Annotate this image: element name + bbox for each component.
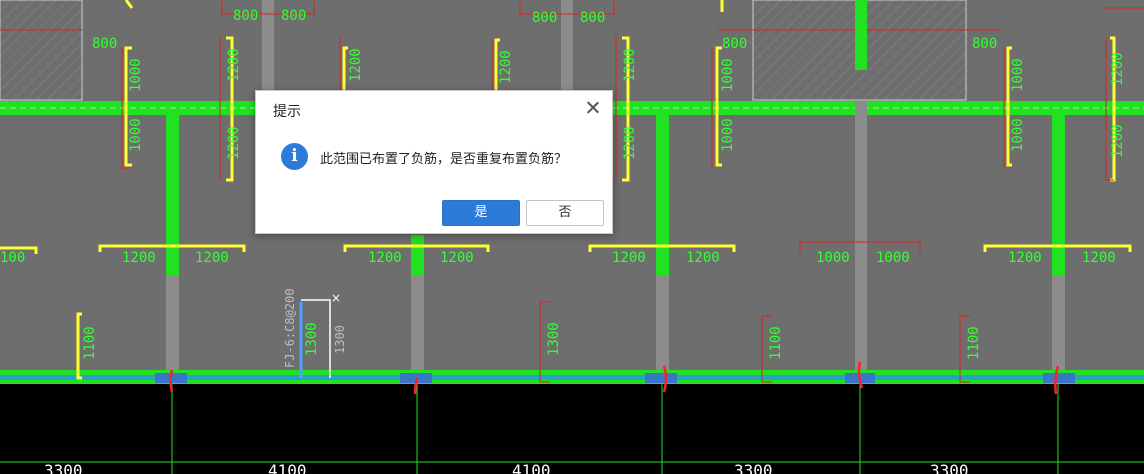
dim-label-middle: 1200 <box>1008 250 1042 266</box>
axis-spacing-label: 4100 <box>268 461 307 474</box>
dim-label-top: 800 <box>532 10 557 26</box>
dim-label-vertical: 1200 <box>226 126 242 160</box>
dim-label-top: 800 <box>722 36 747 52</box>
dim-label-middle: 1000 <box>816 250 850 266</box>
axis-spacing-label: 3300 <box>734 461 773 474</box>
dim-label-middle: 1200 <box>612 250 646 266</box>
dim-label-top: 800 <box>281 8 306 24</box>
beam-vertical <box>411 235 424 275</box>
dim-label-lower: 1100 <box>82 326 98 360</box>
prompt-dialog: 提示 i 此范围已布置了负筋，是否重复布置负筋？ 是 否 <box>255 90 613 234</box>
hatched-block-left <box>0 0 83 101</box>
dim-label-vertical: 1000 <box>720 118 736 152</box>
column-strip <box>166 275 179 373</box>
dim-label-top: 800 <box>92 36 117 52</box>
dim-label-vertical: 1200 <box>498 50 514 84</box>
column-strip <box>262 0 274 101</box>
dim-label-middle: 1200 <box>122 250 156 266</box>
dim-label-vertical: 1200 <box>622 48 638 82</box>
axis-spacing-label: 3300 <box>930 461 969 474</box>
close-icon[interactable] <box>584 99 602 117</box>
svg-text:×: × <box>331 291 341 305</box>
axis-spacing-label: 4100 <box>512 461 551 474</box>
column-strip <box>855 101 867 373</box>
dim-label-vertical: 1000 <box>128 58 144 92</box>
column-marker <box>1043 373 1075 383</box>
dim-label-lower: 1100 <box>768 326 784 360</box>
no-button[interactable]: 否 <box>526 200 604 226</box>
dim-label-middle: 1200 <box>440 250 474 266</box>
cad-drawing-canvas[interactable]: × 800 800 800 800 800 800 800 800 1000 1… <box>0 0 1144 474</box>
dim-label-lower: 1300 <box>546 322 562 356</box>
dim-label-top: 800 <box>233 8 258 24</box>
dim-label-lower: 1100 <box>966 326 982 360</box>
yes-button[interactable]: 是 <box>442 200 520 226</box>
dim-label-top: 800 <box>580 10 605 26</box>
dim-label-vertical: 1200 <box>348 48 364 82</box>
dim-label-middle: 1200 <box>1082 250 1116 266</box>
dialog-title: 提示 <box>273 104 301 120</box>
dim-label-vertical: 1200 <box>1110 52 1126 86</box>
dim-label-vertical: 1200 <box>1110 124 1126 158</box>
dim-label-vertical: 1200 <box>622 126 638 160</box>
dim-label-vertical: 1000 <box>1010 118 1026 152</box>
column-strip <box>411 275 424 373</box>
beam-vertical <box>855 0 867 70</box>
dim-label-top: 800 <box>972 36 997 52</box>
dim-label-middle: 1200 <box>195 250 229 266</box>
dim-label-middle: 1200 <box>368 250 402 266</box>
dim-label-vertical: 1000 <box>720 58 736 92</box>
dim-label-middle: 100 <box>0 250 25 266</box>
info-icon: i <box>281 143 308 170</box>
dim-label-vertical: 1200 <box>226 48 242 82</box>
column-strip <box>1052 275 1065 373</box>
column-strip <box>656 275 669 373</box>
column-strip <box>561 0 573 101</box>
column-marker <box>645 373 677 383</box>
beam-vertical <box>166 110 179 275</box>
dim-label-lower: 1300 <box>333 325 347 354</box>
beam-vertical <box>1052 110 1065 275</box>
dim-label-middle: 1000 <box>876 250 910 266</box>
dim-label-vertical: 1000 <box>128 118 144 152</box>
beam-vertical <box>656 110 669 275</box>
dim-label-vertical: 1000 <box>1010 58 1026 92</box>
dim-label-lower: 1300 <box>304 322 320 356</box>
dim-label-middle: 1200 <box>686 250 720 266</box>
dialog-message: 此范围已布置了负筋，是否重复布置负筋？ <box>320 152 568 167</box>
rebar-tag-label: FJ-6:C8@200 <box>283 289 297 368</box>
axis-spacing-label: 3300 <box>44 461 83 474</box>
